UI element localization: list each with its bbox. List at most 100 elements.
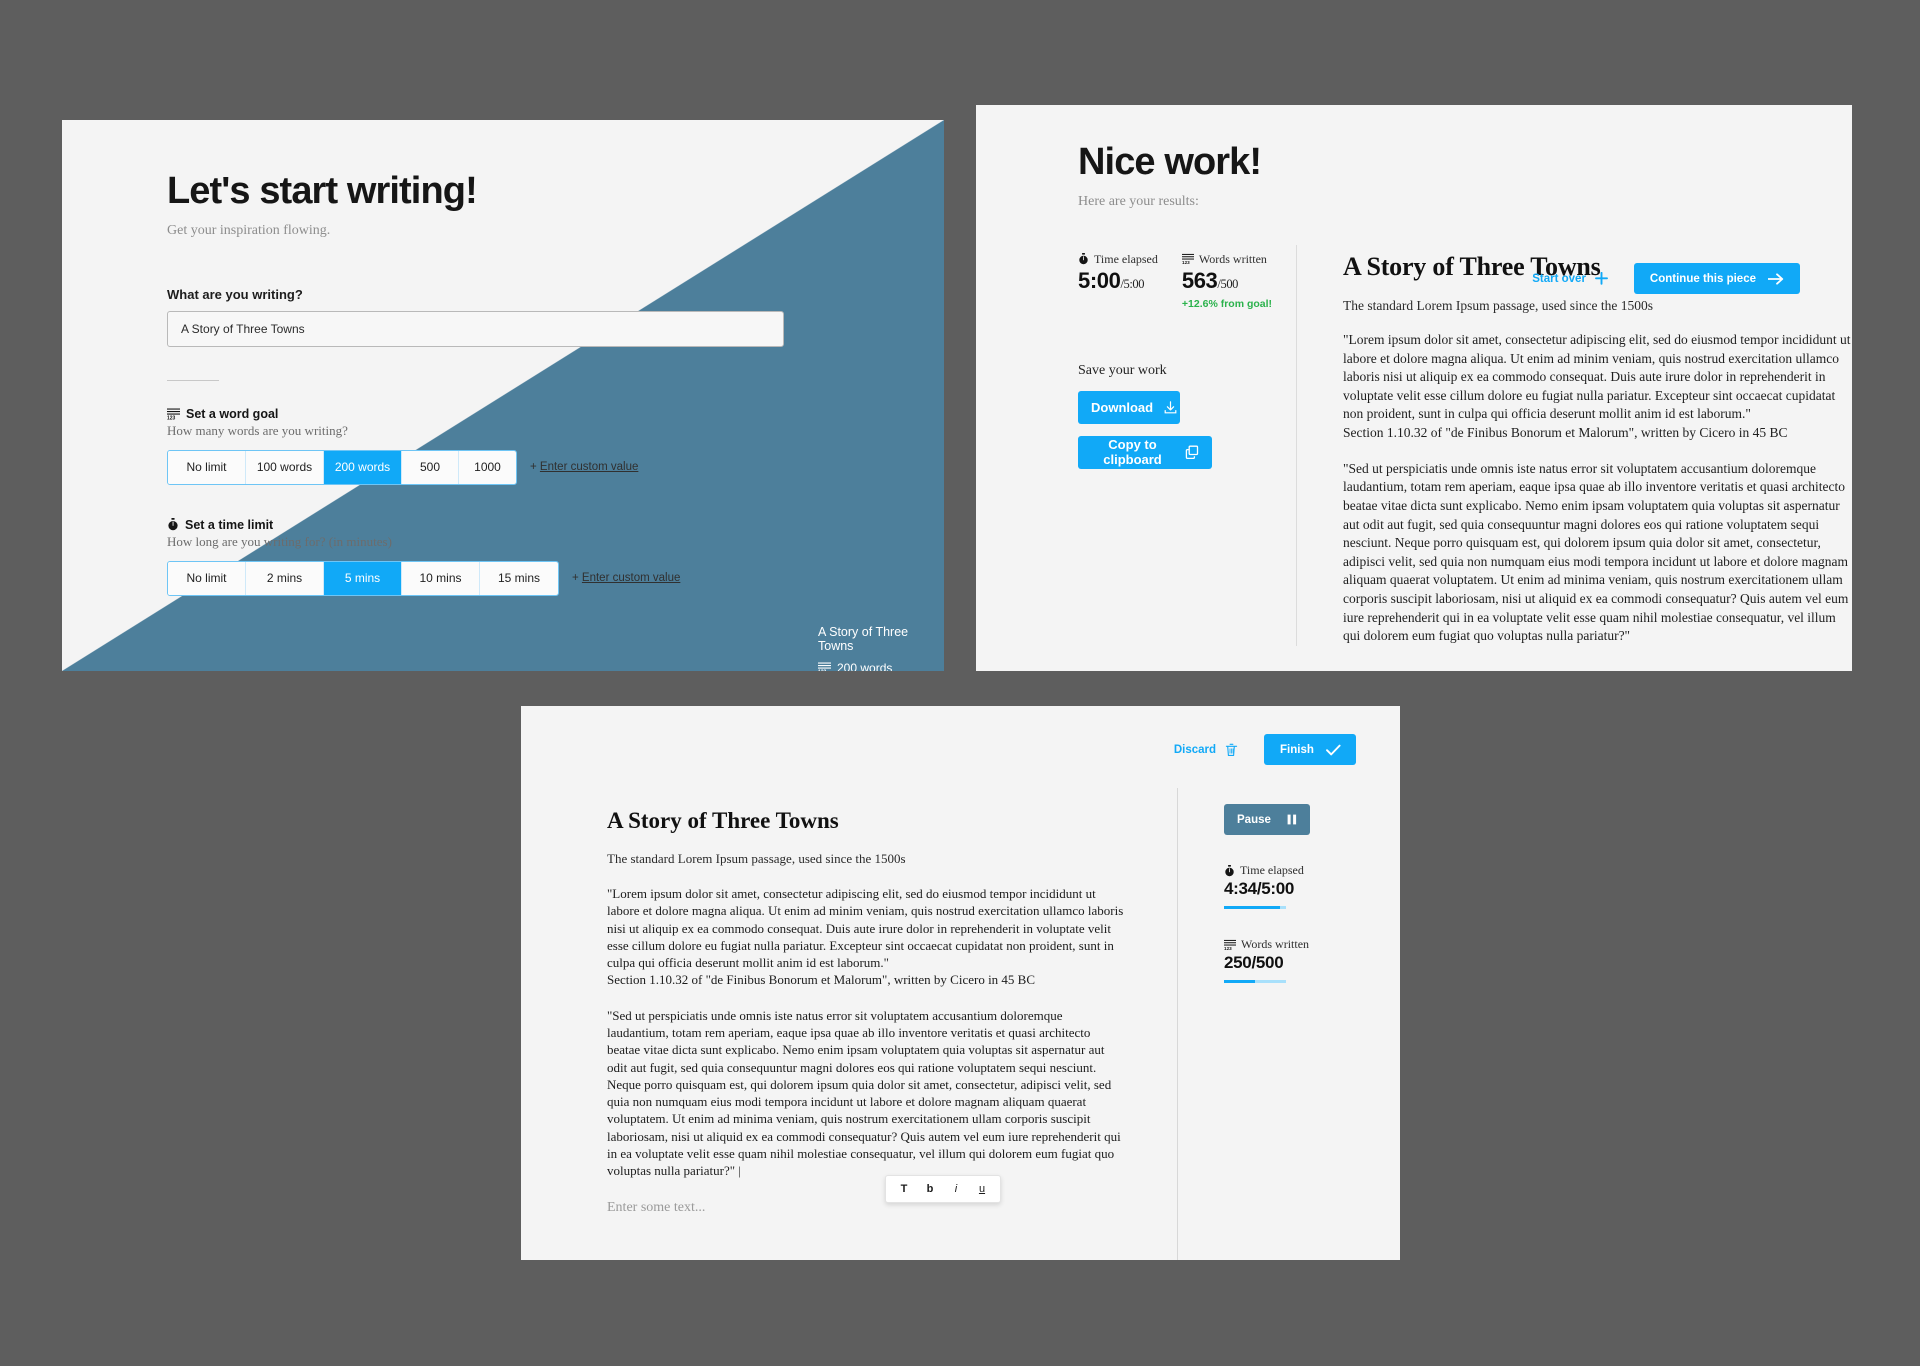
results-subtitle: Here are your results: <box>1078 193 1199 209</box>
number-lines-icon: 123 <box>1224 939 1236 951</box>
time-limit-option-5[interactable]: 5 mins <box>324 561 402 595</box>
time-limit-heading: Set a time limit <box>167 518 944 532</box>
results-title: Nice work! <box>1078 141 1262 183</box>
editor-paragraph-1: "Lorem ipsum dolor sit amet, consectetur… <box>607 885 1125 989</box>
stopwatch-icon <box>167 518 179 531</box>
words-progress-fill <box>1224 980 1255 983</box>
time-elapsed-value-wrap: 5:00/5:00 <box>1078 268 1158 294</box>
word-goal-description: How many words are you writing? <box>167 422 348 438</box>
editor-document[interactable]: A Story of Three Towns The standard Lore… <box>521 788 1177 1260</box>
editor-document-title: A Story of Three Towns <box>607 808 839 833</box>
editor-words-written-head: 123 Words written <box>1224 937 1400 952</box>
custom-value-label: Enter custom value <box>581 572 681 585</box>
editor-words-written-stat: 123 Words written 250/500 <box>1224 937 1400 983</box>
page-title: Let's start writing! <box>167 170 478 212</box>
editor-words-written-label: Words written <box>1241 937 1310 951</box>
continue-label: Continue this piece <box>1649 272 1756 285</box>
editor-paragraph-2: "Sed ut perspiciatis unde omnis iste nat… <box>607 1007 1125 1180</box>
editor-toolbar: Discard Finish <box>521 706 1400 788</box>
time-limit-description: How long are you writing for? (in minute… <box>167 533 392 549</box>
copy-icon <box>1185 445 1199 460</box>
word-goal-custom-value-link[interactable]: + Enter custom value <box>530 461 638 473</box>
custom-plus-sign: + <box>530 461 537 474</box>
pause-icon <box>1287 814 1297 825</box>
custom-value-label: Enter custom value <box>539 461 639 474</box>
discard-label: Discard <box>1173 743 1216 756</box>
plus-icon <box>1594 272 1608 285</box>
format-underline-button[interactable]: u <box>977 1183 987 1195</box>
words-written-value-wrap: 563/500 <box>1182 268 1272 294</box>
svg-text:123: 123 <box>1224 946 1232 951</box>
word-goal-option-100[interactable]: 100 words <box>246 450 324 484</box>
document-paragraph-1: "Lorem ipsum dolor sit amet, consectetur… <box>1343 331 1852 443</box>
document-paragraph-2: "Sed ut perspiciatis unde omnis iste nat… <box>1343 460 1849 644</box>
results-stats-column: Time elapsed 5:00/5:00 123 Words written… <box>1078 252 1296 646</box>
editor-time-elapsed-head: Time elapsed <box>1224 863 1400 878</box>
word-goal-options: No limit 100 words 200 words 500 1000 <box>167 449 517 485</box>
summary-title: A Story of Three Towns <box>818 625 909 653</box>
time-elapsed-head: Time elapsed <box>1078 252 1158 267</box>
word-goal-option-200[interactable]: 200 words <box>324 450 402 484</box>
word-goal-option-no-limit[interactable]: No limit <box>168 450 246 484</box>
format-italic-button[interactable]: i <box>951 1183 961 1195</box>
time-limit-option-2[interactable]: 2 mins <box>246 561 324 595</box>
finish-button[interactable]: Finish <box>1264 734 1356 765</box>
results-panel: Nice work! Here are your results: Start … <box>976 105 1852 671</box>
start-over-button[interactable]: Start over <box>1532 272 1608 285</box>
custom-plus-sign: + <box>572 572 579 585</box>
goal-note: +12.6% from goal! <box>1181 297 1273 310</box>
time-limit-option-no-limit[interactable]: No limit <box>168 561 246 595</box>
summary-words: 200 words <box>837 661 893 671</box>
check-icon <box>1325 744 1341 756</box>
discard-button[interactable]: Discard <box>1174 743 1238 757</box>
editor-time-elapsed-label: Time elapsed <box>1240 863 1304 877</box>
svg-text:123: 123 <box>818 670 827 671</box>
format-bold-button[interactable]: b <box>925 1183 935 1195</box>
time-limit-option-15[interactable]: 15 mins <box>480 561 558 595</box>
number-lines-icon: 123 <box>1181 253 1194 266</box>
title-input[interactable] <box>167 310 784 347</box>
pause-button[interactable]: Pause <box>1224 804 1310 835</box>
continue-this-piece-button[interactable]: Continue this piece <box>1633 263 1800 294</box>
editor-words-written-value: 250/500 <box>1224 953 1284 972</box>
format-text-button[interactable]: T <box>899 1183 909 1195</box>
number-lines-icon: 123 <box>818 662 831 671</box>
words-written-head: 123 Words written <box>1181 251 1272 267</box>
copy-label: Copy to clipboard <box>1103 437 1162 468</box>
screenshot-stage: Let's start writing! Get your inspiratio… <box>0 0 1920 1366</box>
editor-placeholder[interactable]: Enter some text... <box>607 1200 1125 1216</box>
trash-icon <box>1225 743 1238 757</box>
download-button[interactable]: Download <box>1078 390 1180 424</box>
section-divider <box>167 379 219 381</box>
page-subtitle: Get your inspiration flowing. <box>167 222 331 238</box>
svg-text:123: 123 <box>1182 261 1190 266</box>
editor-actions: Discard Finish <box>1174 734 1356 765</box>
word-goal-option-500[interactable]: 500 <box>402 450 459 484</box>
editor-document-lead: The standard Lorem Ipsum passage, used s… <box>607 851 906 866</box>
time-limit-option-10[interactable]: 10 mins <box>402 561 480 595</box>
copy-to-clipboard-button[interactable]: Copy to clipboard <box>1078 435 1212 469</box>
save-your-work-heading: Save your work <box>1078 362 1167 378</box>
words-written-stat: 123 Words written 563/500 +12.6% from go… <box>1181 251 1273 310</box>
what-are-you-writing-label: What are you writing? <box>167 286 303 302</box>
time-limit-options: No limit 2 mins 5 mins 10 mins 15 mins <box>167 560 559 596</box>
results-actions: Start over Continue this piece <box>1532 263 1800 294</box>
svg-text:123: 123 <box>167 415 176 419</box>
download-label: Download <box>1091 399 1154 415</box>
time-limit-custom-value-link[interactable]: + Enter custom value <box>572 572 680 584</box>
words-written-label: Words written <box>1198 251 1267 266</box>
summary-words-row: 123 200 words <box>818 661 944 671</box>
stopwatch-icon <box>1078 253 1089 265</box>
time-elapsed-total: /5:00 <box>1120 276 1145 291</box>
editor-sidebar: Pause Time elapsed 4:34/5:00 123 Words w… <box>1178 788 1400 1260</box>
download-icon <box>1164 401 1177 414</box>
word-goal-option-1000[interactable]: 1000 <box>459 450 516 484</box>
time-progress-bar <box>1224 906 1286 909</box>
pause-label: Pause <box>1237 813 1271 826</box>
document-paragraph-1-citation: Section 1.10.32 of "de Finibus Bonorum e… <box>1343 425 1788 441</box>
arrow-right-icon <box>1768 272 1784 285</box>
start-over-label: Start over <box>1532 272 1586 285</box>
time-limit-title: Set a time limit <box>185 517 274 532</box>
time-elapsed-value: 5:00 <box>1078 267 1121 293</box>
formatting-toolbar: T b i u <box>885 1175 1001 1203</box>
